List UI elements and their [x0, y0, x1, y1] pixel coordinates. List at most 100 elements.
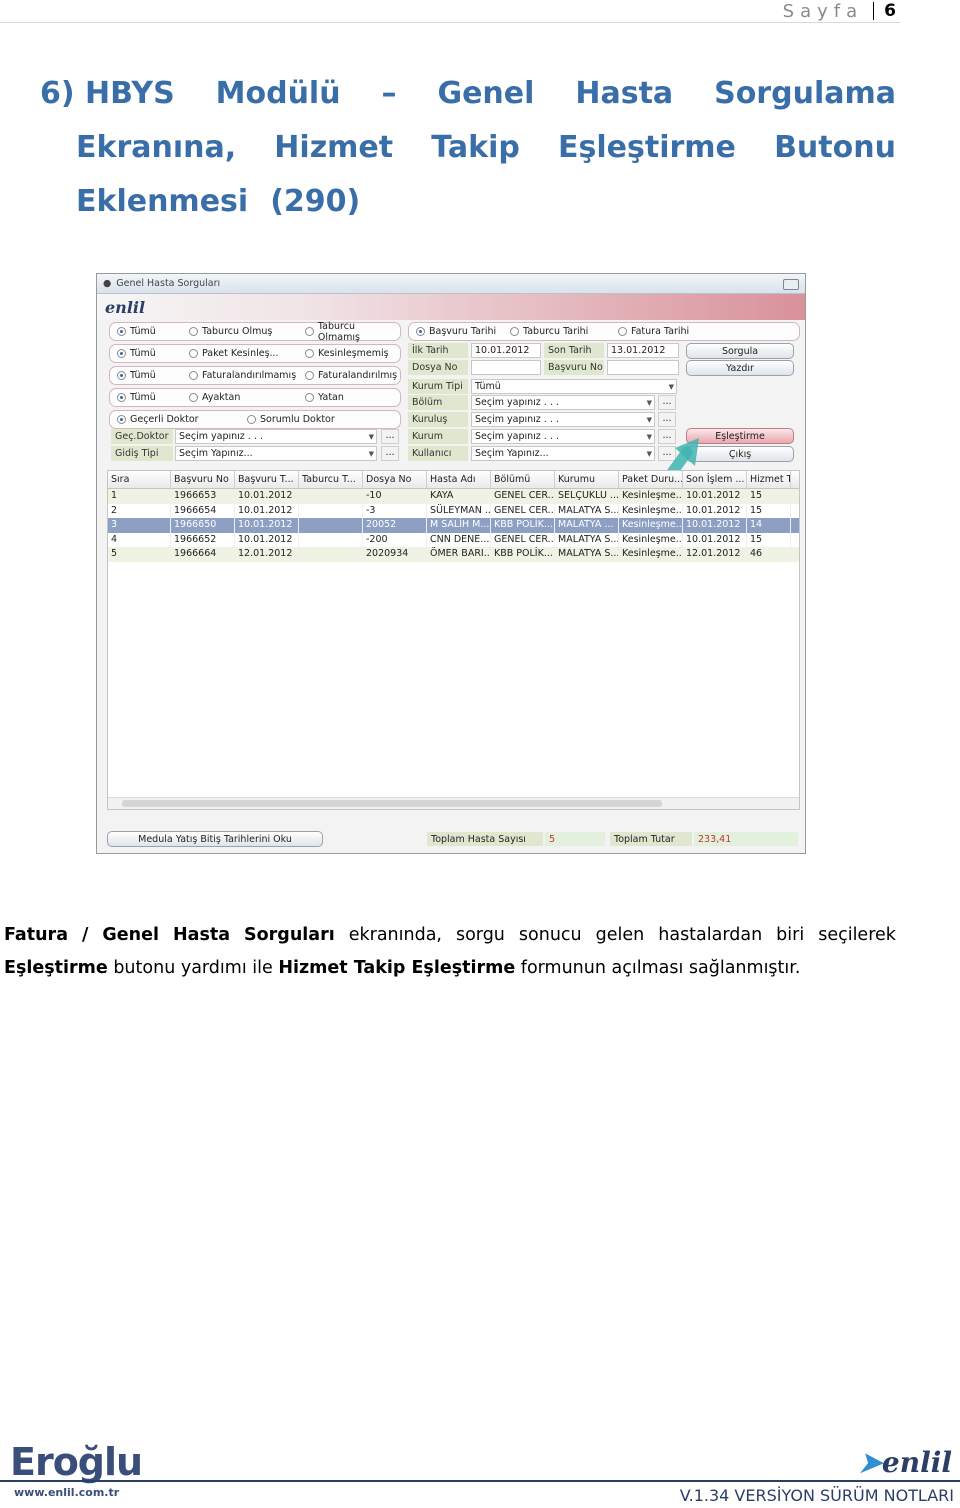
radio-option[interactable]: Taburcu Olmuş [188, 326, 305, 337]
bolum-lookup-button[interactable]: ... [658, 395, 676, 410]
table-cell: KBB POLİK... [491, 518, 555, 533]
dosya-no-input[interactable] [471, 360, 541, 375]
header-divider [0, 22, 900, 23]
son-tarih-input[interactable]: 13.01.2012 [607, 343, 679, 358]
medula-button[interactable]: Medula Yatış Bitiş Tarihlerini Oku [107, 831, 323, 847]
heading-word: Hizmet [274, 129, 394, 165]
table-cell: Kesinleşme... [619, 489, 683, 504]
window-title: Genel Hasta Sorguları [116, 278, 221, 289]
filter-hasta-tipi: Tümü Ayaktan Yatan [109, 388, 401, 407]
table-cell: 5 [108, 547, 171, 562]
heading-word: 6) HBYS [40, 75, 175, 111]
kurulus-lookup-button[interactable]: ... [658, 412, 676, 427]
radio-option[interactable]: Fatura Tarihi [618, 326, 689, 337]
page-header: Sayfa 6 [783, 0, 896, 22]
table-cell: 3 [108, 518, 171, 533]
window-titlebar: ● Genel Hasta Sorguları [97, 274, 805, 294]
gidis-tipi-lookup-button[interactable]: ... [381, 446, 399, 461]
radio-dot [618, 327, 627, 336]
column-header[interactable]: Bölümü [491, 471, 555, 488]
heading-word: Butonu [774, 129, 896, 165]
heading-word: – [381, 75, 397, 111]
radio-dot [305, 349, 314, 358]
caption-line-1: Fatura / Genel Hasta Sorguları ekranında… [4, 925, 896, 945]
column-header[interactable]: Hizmet Tu [747, 471, 791, 488]
radio-option[interactable]: Sorumlu Doktor [247, 414, 335, 425]
column-header[interactable]: Hasta Adı [427, 471, 491, 488]
footer-divider [0, 1480, 960, 1482]
table-row[interactable]: 1 1966653 10.01.2012 -10 KAYA GENEL CER... SEL… [108, 489, 799, 504]
table-row[interactable]: 3 1966650 10.01.2012 20052 M SALİH M... KBB P… [108, 518, 799, 533]
radio-option[interactable]: Tümü [117, 392, 189, 403]
table-cell: KBB POLİK... [491, 547, 555, 562]
table-cell: 15 [747, 532, 791, 548]
dropdown-arrow-icon: ▼ [368, 450, 374, 458]
radio-option[interactable]: Taburcu Olmamış [304, 321, 400, 343]
column-header[interactable]: Taburcu T... [299, 471, 363, 488]
table-cell [299, 532, 363, 548]
radio-option[interactable]: Paket Kesinleş... [189, 348, 305, 359]
sorgula-button[interactable]: Sorgula [686, 343, 794, 359]
table-cell: GENEL CER... [491, 503, 555, 519]
basvuru-no-input[interactable] [607, 360, 679, 375]
bolum-select[interactable]: Seçim yapınız . . . ▼ [471, 395, 655, 410]
kullanici-label: Kullanıcı [408, 446, 468, 461]
dropdown-arrow-icon: ▼ [646, 416, 652, 424]
heading-word: (290) [270, 183, 361, 219]
radio-option[interactable]: Faturalandırılmış [305, 370, 397, 381]
kurum-tipi-select[interactable]: Tümü ▼ [471, 379, 677, 394]
column-header[interactable]: Sıra [108, 471, 171, 488]
radio-dot [189, 393, 198, 402]
minimize-button[interactable] [783, 279, 799, 290]
table-cell: KAYA [427, 489, 491, 504]
dropdown-arrow-icon: ▼ [646, 399, 652, 407]
radio-option[interactable]: Tümü [117, 370, 189, 381]
gec-doktor-lookup-button[interactable]: ... [381, 429, 399, 444]
table-cell: CNN DENE... [427, 532, 491, 548]
radio-option[interactable]: Faturalandırılmamış [189, 370, 305, 381]
gec-doktor-select[interactable]: Seçim yapınız . . . ▼ [175, 429, 377, 444]
radio-option[interactable]: Kesinleşmemiş [305, 348, 389, 359]
filter-taburcu: Tümü Taburcu Olmuş Taburcu Olmamış [109, 321, 401, 343]
table-cell: 12.01.2012 [683, 547, 747, 562]
radio-option[interactable]: Taburcu Tarihi [510, 326, 618, 337]
column-header[interactable]: Başvuru T... [235, 471, 299, 488]
horizontal-scrollbar[interactable] [108, 797, 799, 809]
table-cell: 10.01.2012 [683, 503, 747, 519]
enlil-logo: enlil [105, 297, 146, 317]
radio-option[interactable]: Tümü [117, 348, 189, 359]
column-header[interactable]: Başvuru No [171, 471, 235, 488]
table-cell: MALATYA ... [555, 518, 619, 533]
column-header[interactable]: Kurumu [555, 471, 619, 488]
radio-option[interactable]: Yatan [305, 392, 344, 403]
table-row[interactable]: 4 1966652 10.01.2012 -200 CNN DENE... GENEL C… [108, 532, 799, 548]
radio-option[interactable]: Tümü [117, 326, 189, 337]
table-cell: Kesinleşme... [619, 503, 683, 519]
toplam-hasta-value: 5 [545, 832, 605, 846]
yazdir-button[interactable]: Yazdır [686, 360, 794, 376]
table-row[interactable]: 5 1966664 12.01.2012 2020934 ÖMER BARI... KBB… [108, 547, 799, 562]
ilk-tarih-input[interactable]: 10.01.2012 [471, 343, 541, 358]
table-cell [299, 489, 363, 504]
table-cell [299, 547, 363, 562]
radio-dot [189, 349, 198, 358]
page-label: Sayfa [782, 0, 864, 22]
table-cell: 10.01.2012 [683, 518, 747, 533]
radio-option[interactable]: Başvuru Tarihi [416, 326, 510, 337]
filter-paket: Tümü Paket Kesinleş... Kesinleşmemiş [109, 344, 401, 363]
radio-option[interactable]: Ayaktan [189, 392, 305, 403]
table-cell: MALATYA S... [555, 547, 619, 562]
column-header[interactable]: Paket Duru... [619, 471, 683, 488]
table-cell: MALATYA S... [555, 532, 619, 548]
table-cell: 10.01.2012 [235, 489, 299, 504]
dosya-no-label: Dosya No [408, 360, 468, 375]
radio-option[interactable]: Geçerli Doktor [117, 414, 247, 425]
column-header[interactable]: Dosya No [363, 471, 427, 488]
column-header[interactable]: Son İşlem ... [683, 471, 747, 488]
table-row[interactable]: 2 1966654 10.01.2012 -3 SÜLEYMAN ... GENEL CE… [108, 503, 799, 519]
table-cell: M SALİH M... [427, 518, 491, 533]
gidis-tipi-select[interactable]: Seçim Yapınız... ▼ [175, 446, 377, 461]
results-grid: Sıra Başvuru No Başvuru T... Taburcu T... Do… [107, 470, 800, 810]
scrollbar-thumb[interactable] [122, 800, 662, 807]
kurulus-select[interactable]: Seçim yapınız . . . ▼ [471, 412, 655, 427]
